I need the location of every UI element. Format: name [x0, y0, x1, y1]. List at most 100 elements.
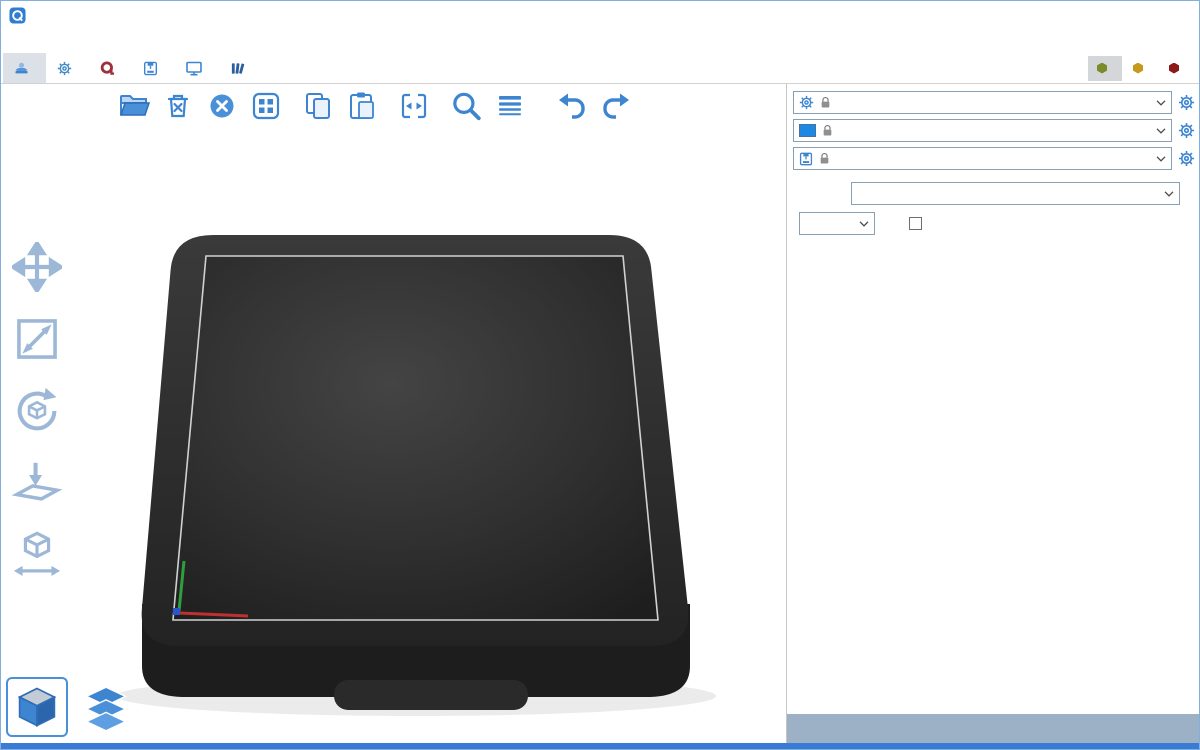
mode-advanced[interactable] — [1124, 56, 1158, 81]
export-gcode-button[interactable] — [787, 714, 1199, 743]
gear-icon — [57, 61, 72, 76]
tabbar — [1, 53, 1199, 84]
scale-button[interactable] — [6, 311, 68, 367]
plater-icon — [14, 61, 29, 76]
menu-window[interactable] — [44, 39, 62, 45]
close-button[interactable] — [1155, 1, 1199, 30]
window-controls — [1067, 1, 1199, 30]
split-button[interactable] — [395, 87, 433, 125]
filament-gear-button[interactable] — [1176, 121, 1196, 141]
expert-mode-icon — [1169, 63, 1179, 74]
filament-icon — [100, 61, 115, 76]
brim-checkbox[interactable] — [909, 217, 922, 230]
gear-icon — [1178, 122, 1195, 139]
filament-select[interactable] — [793, 119, 1172, 142]
printer-icon — [799, 152, 813, 166]
status-strip — [1, 743, 1199, 749]
preview-button[interactable] — [78, 684, 134, 734]
menu-edit[interactable] — [26, 39, 44, 45]
gear-icon — [1178, 150, 1195, 167]
menu-file[interactable] — [8, 39, 26, 45]
open-folder-icon — [118, 90, 150, 122]
minimize-button[interactable] — [1067, 1, 1111, 30]
tab-device[interactable] — [175, 53, 219, 83]
print-bed — [1, 84, 786, 745]
undo-icon — [556, 90, 588, 122]
split-icon — [398, 90, 430, 122]
measure-button[interactable] — [6, 527, 68, 583]
supports-select[interactable] — [851, 182, 1180, 205]
viewport-3d[interactable] — [1, 84, 786, 745]
scale-icon — [12, 314, 62, 364]
paste-icon — [346, 90, 378, 122]
paste-button[interactable] — [343, 87, 381, 125]
layers-preview-icon — [83, 685, 129, 733]
view-3d-button[interactable] — [6, 677, 68, 737]
arrange-icon — [250, 90, 282, 122]
measure-icon — [11, 529, 63, 581]
menu-configuration[interactable] — [80, 39, 98, 45]
app-window — [0, 0, 1200, 750]
place-on-face-button[interactable] — [6, 455, 68, 511]
copy-icon — [302, 90, 334, 122]
delete-all-icon — [206, 90, 238, 122]
undo-button[interactable] — [553, 87, 591, 125]
rotate-icon — [11, 385, 63, 437]
simple-mode-icon — [1097, 63, 1107, 74]
mode-simple[interactable] — [1088, 56, 1122, 81]
lock-icon — [822, 124, 833, 137]
search-icon — [449, 89, 483, 123]
chevron-down-icon — [1152, 149, 1170, 168]
infill-select[interactable] — [799, 212, 875, 235]
print-settings-gear-button[interactable] — [1176, 93, 1196, 113]
app-logo-icon — [9, 7, 26, 24]
filament-color-swatch — [799, 124, 816, 137]
menu-view[interactable] — [62, 39, 80, 45]
tab-guide[interactable] — [219, 53, 262, 83]
chevron-down-icon — [1152, 121, 1170, 140]
tab-plater[interactable] — [3, 53, 46, 83]
main-toolbar — [115, 87, 641, 125]
trash-icon — [162, 90, 194, 122]
chevron-down-icon — [1152, 93, 1170, 112]
move-icon — [12, 242, 62, 292]
chevron-down-icon — [855, 214, 873, 233]
printer-select[interactable] — [793, 147, 1172, 170]
lock-icon — [820, 96, 831, 109]
delete-all-button[interactable] — [203, 87, 241, 125]
advanced-mode-icon — [1133, 63, 1143, 74]
maximize-button[interactable] — [1111, 1, 1155, 30]
variable-layer-height-button[interactable] — [491, 87, 529, 125]
rotate-button[interactable] — [6, 383, 68, 439]
redo-icon — [600, 90, 632, 122]
gear-icon — [1178, 94, 1195, 111]
move-button[interactable] — [6, 239, 68, 295]
print-settings-select[interactable] — [793, 91, 1172, 114]
gizmo-toolbar — [6, 239, 68, 583]
lock-icon — [819, 152, 830, 165]
delete-button[interactable] — [159, 87, 197, 125]
gear-icon — [799, 95, 814, 110]
place-on-face-icon — [11, 457, 63, 509]
mode-switcher — [1088, 53, 1199, 83]
chevron-down-icon — [1160, 184, 1178, 203]
menu-help[interactable] — [98, 39, 116, 45]
redo-button[interactable] — [597, 87, 635, 125]
copy-button[interactable] — [299, 87, 337, 125]
tab-printer-settings[interactable] — [132, 53, 175, 83]
printer-gear-button[interactable] — [1176, 149, 1196, 169]
tab-print-settings[interactable] — [46, 53, 89, 83]
mode-expert[interactable] — [1160, 56, 1194, 81]
cube-3d-icon — [15, 685, 59, 729]
layers-list-icon — [494, 90, 526, 122]
printer-icon — [143, 61, 158, 76]
settings-sidebar — [786, 84, 1200, 745]
arrange-button[interactable] — [247, 87, 285, 125]
device-icon — [186, 61, 202, 76]
menubar — [1, 30, 1199, 53]
search-button[interactable] — [447, 87, 485, 125]
tab-filament-settings[interactable] — [89, 53, 132, 83]
titlebar — [1, 1, 1199, 30]
open-project-button[interactable] — [115, 87, 153, 125]
view-switcher — [6, 677, 134, 737]
